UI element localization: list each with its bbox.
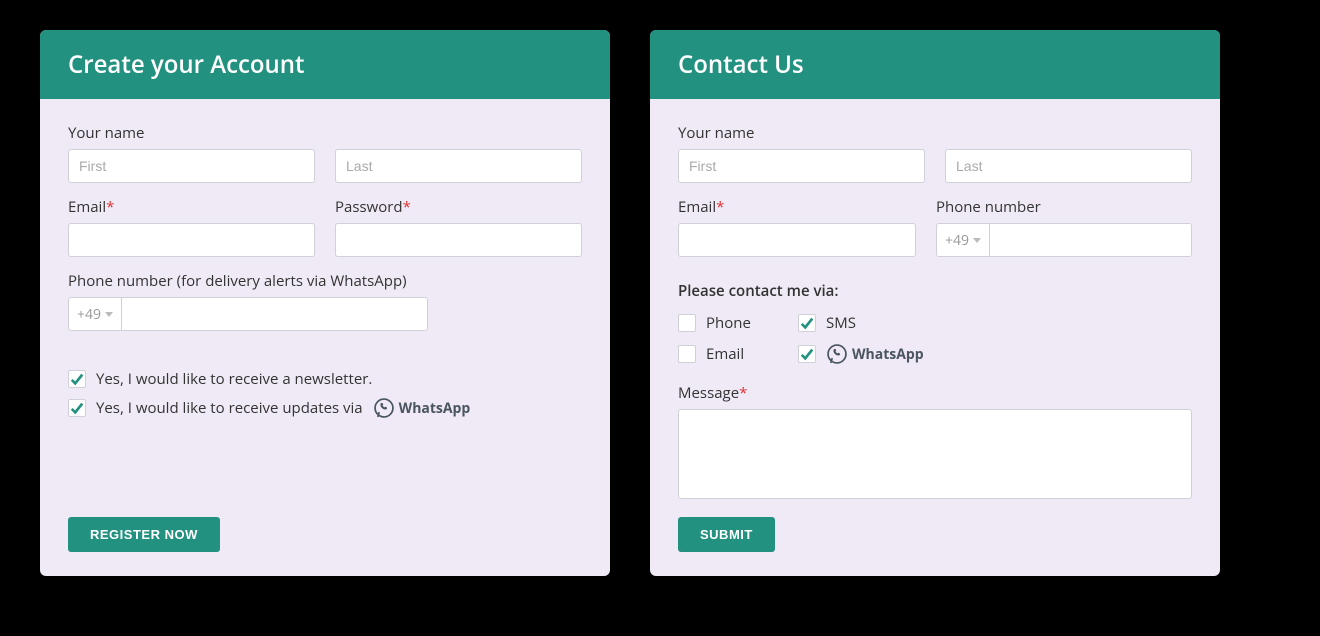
contact-pref-label: Please contact me via: [678, 281, 1192, 301]
whatsapp-checkbox[interactable] [798, 345, 816, 363]
check-icon [70, 372, 84, 386]
phone-country-code[interactable]: +49 [937, 224, 990, 256]
phone-option-label: Phone [706, 313, 751, 333]
phone-input-wrap: +49 [68, 297, 428, 331]
whatsapp-icon [373, 397, 395, 419]
create-account-title: Create your Account [40, 30, 610, 99]
caret-down-icon [105, 312, 113, 317]
email-label: Email* [678, 197, 916, 217]
caret-down-icon [973, 238, 981, 243]
message-textarea[interactable] [678, 409, 1192, 499]
whatsapp-icon [826, 343, 848, 365]
newsletter-checkbox[interactable] [68, 370, 86, 388]
email-label: Email* [68, 197, 315, 217]
whatsapp-badge: WhatsApp [826, 343, 924, 365]
first-name-input[interactable] [678, 149, 925, 183]
updates-text: Yes, I would like to receive updates via [96, 398, 363, 418]
first-name-input[interactable] [68, 149, 315, 183]
email-option-label: Email [706, 344, 744, 364]
phone-input-wrap: +49 [936, 223, 1192, 257]
sms-checkbox[interactable] [798, 314, 816, 332]
newsletter-checkline: Yes, I would like to receive a newslette… [68, 369, 582, 389]
message-label: Message* [678, 383, 1192, 403]
last-name-input[interactable] [335, 149, 582, 183]
name-label: Your name [678, 123, 1192, 143]
check-icon [800, 347, 814, 361]
email-input[interactable] [678, 223, 916, 257]
name-label: Your name [68, 123, 582, 143]
phone-number-input[interactable] [990, 224, 1191, 256]
password-label: Password* [335, 197, 582, 217]
updates-checkbox[interactable] [68, 399, 86, 417]
phone-label: Phone number [936, 197, 1192, 217]
submit-button[interactable]: SUBMIT [678, 517, 775, 552]
contact-us-title: Contact Us [650, 30, 1220, 99]
phone-country-code[interactable]: +49 [69, 298, 122, 330]
email-checkbox[interactable] [678, 345, 696, 363]
password-input[interactable] [335, 223, 582, 257]
newsletter-text: Yes, I would like to receive a newslette… [96, 369, 372, 389]
phone-checkbox[interactable] [678, 314, 696, 332]
contact-pref-grid: Phone SMS Email [678, 313, 1192, 365]
phone-label: Phone number (for delivery alerts via Wh… [68, 271, 582, 291]
phone-number-input[interactable] [122, 298, 427, 330]
check-icon [70, 401, 84, 415]
email-input[interactable] [68, 223, 315, 257]
last-name-input[interactable] [945, 149, 1192, 183]
register-button[interactable]: REGISTER NOW [68, 517, 220, 552]
create-account-card: Create your Account Your name Email* Pas… [40, 30, 610, 576]
contact-us-card: Contact Us Your name Email* Phone number… [650, 30, 1220, 576]
whatsapp-badge: WhatsApp [373, 397, 471, 419]
check-icon [800, 316, 814, 330]
sms-option-label: SMS [826, 313, 856, 333]
updates-checkline: Yes, I would like to receive updates via… [68, 397, 582, 419]
